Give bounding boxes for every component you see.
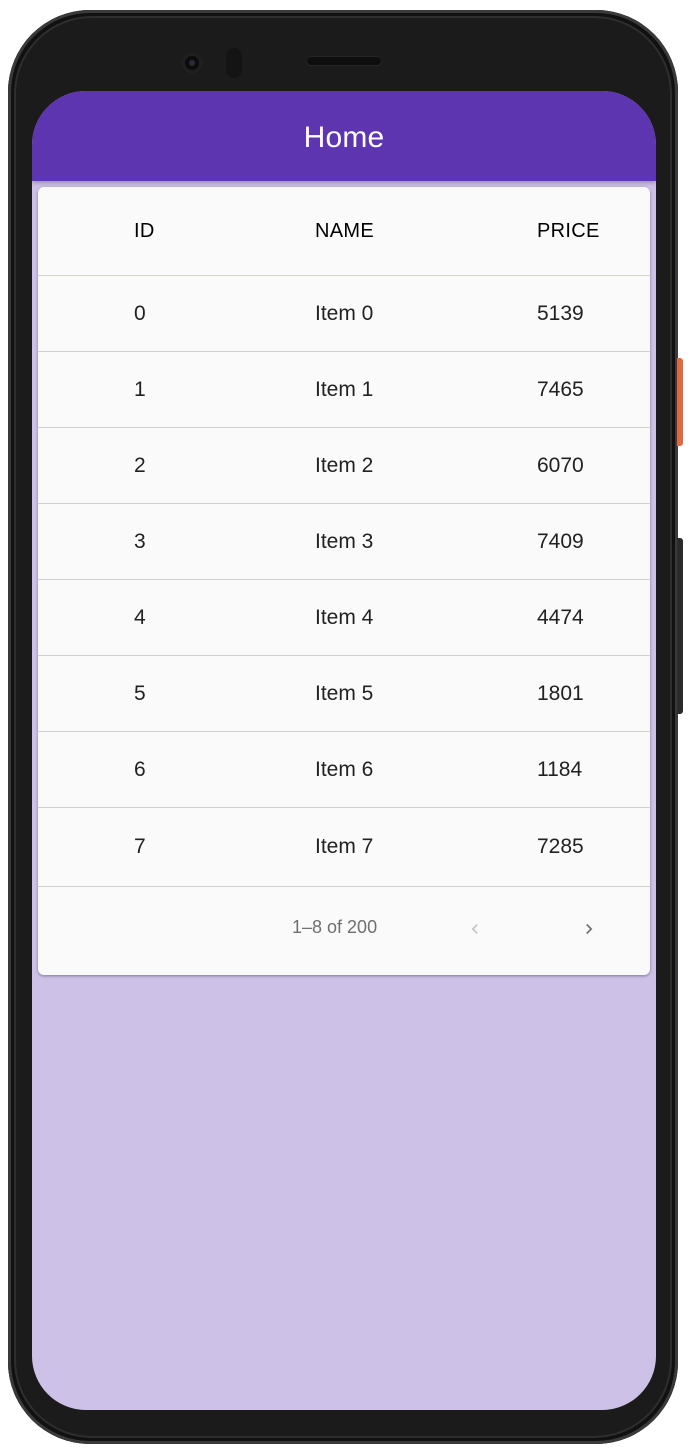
cell-id: 3 xyxy=(134,529,146,553)
earpiece-speaker xyxy=(306,56,382,66)
next-page-button[interactable] xyxy=(569,909,609,949)
cell-id: 7 xyxy=(134,835,146,858)
cell-id: 2 xyxy=(134,453,146,477)
cell-name: Item 5 xyxy=(315,681,374,705)
table-row[interactable]: 0 Item 0 5139 xyxy=(38,276,650,352)
volume-button xyxy=(677,538,683,714)
chevron-left-icon xyxy=(471,924,478,934)
power-button xyxy=(677,358,683,446)
cell-price: 7465 xyxy=(537,377,584,401)
column-header-id[interactable]: ID xyxy=(134,187,155,275)
cell-price: 7409 xyxy=(537,529,584,553)
table-row[interactable]: 7 Item 7 7285 xyxy=(38,808,650,887)
cell-price: 1184 xyxy=(537,757,583,781)
cell-name: Item 1 xyxy=(315,377,374,401)
cell-price: 5139 xyxy=(537,301,584,325)
cell-price: 4474 xyxy=(537,605,584,629)
column-header-price[interactable]: PRICE xyxy=(537,187,600,275)
front-camera-icon xyxy=(181,52,203,74)
cell-name: Item 6 xyxy=(315,757,374,781)
table-header-row: ID NAME PRICE xyxy=(38,187,650,276)
table-row[interactable]: 6 Item 6 1184 xyxy=(38,732,650,808)
cell-id: 0 xyxy=(134,301,146,325)
pagination-footer: 1–8 of 200 xyxy=(38,887,650,975)
column-header-name[interactable]: NAME xyxy=(315,187,374,275)
cell-name: Item 0 xyxy=(315,301,374,325)
sensor-icon xyxy=(226,48,242,78)
cell-name: Item 4 xyxy=(315,605,374,629)
previous-page-button[interactable] xyxy=(455,909,495,949)
table-row[interactable]: 3 Item 3 7409 xyxy=(38,504,650,580)
cell-price: 6070 xyxy=(537,453,584,477)
cell-name: Item 7 xyxy=(315,835,374,858)
table-row[interactable]: 1 Item 1 7465 xyxy=(38,352,650,428)
pagination-range: 1–8 of 200 xyxy=(292,917,378,937)
cell-price: 1801 xyxy=(537,681,584,705)
page-title: Home xyxy=(303,121,385,154)
cell-name: Item 3 xyxy=(315,529,374,553)
screen: Home ID NAME PRICE 0 Item 0 5139 1 Item … xyxy=(32,91,656,1410)
table-row[interactable]: 2 Item 2 6070 xyxy=(38,428,650,504)
cell-name: Item 2 xyxy=(315,453,374,477)
cell-id: 6 xyxy=(134,757,146,781)
table-row[interactable]: 5 Item 5 1801 xyxy=(38,656,650,732)
table-row[interactable]: 4 Item 4 4474 xyxy=(38,580,650,656)
chevron-right-icon xyxy=(586,924,593,934)
cell-id: 4 xyxy=(134,605,146,629)
cell-price: 7285 xyxy=(537,835,584,858)
cell-id: 1 xyxy=(134,377,146,401)
cell-id: 5 xyxy=(134,681,146,705)
app-bar: Home xyxy=(32,91,656,181)
data-table-card: ID NAME PRICE 0 Item 0 5139 1 Item 1 746… xyxy=(38,187,650,975)
